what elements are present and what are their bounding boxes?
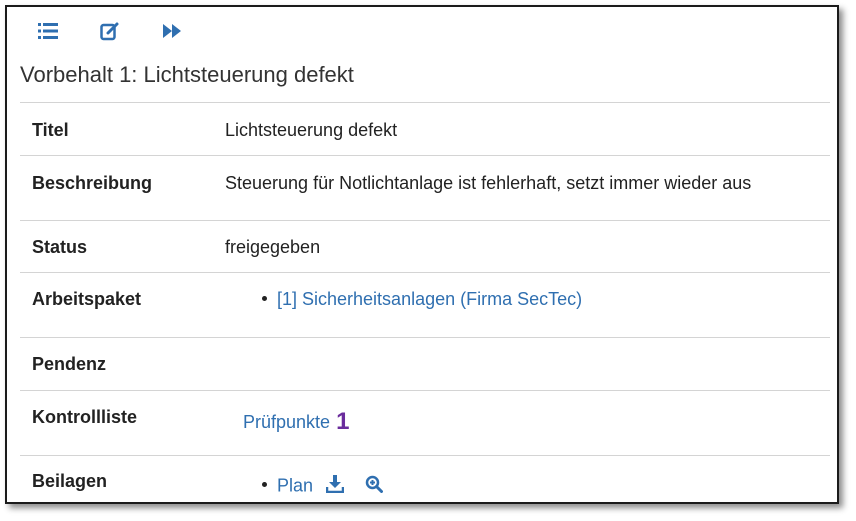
fast-forward-icon[interactable] — [161, 20, 183, 42]
page-title: Vorbehalt 1: Lichtsteuerung defekt — [20, 62, 354, 87]
list-icon[interactable] — [37, 20, 59, 42]
bullet — [262, 482, 267, 487]
pendenz-label: Pendenz — [32, 354, 107, 374]
row-arbeitspaket: Arbeitspaket [1] Sicherheitsanlagen (Fir… — [20, 272, 830, 337]
arbeitspaket-value: [1] Sicherheitsanlagen (Firma SecTec) — [225, 273, 582, 310]
edit-icon[interactable] — [99, 20, 121, 42]
toolbar — [37, 17, 183, 45]
bullet — [262, 295, 267, 301]
content-panel: Vorbehalt 1: Lichtsteuerung defekt Titel… — [5, 5, 839, 504]
download-icon[interactable] — [325, 475, 345, 498]
pruefpunkte-count: 1 — [336, 408, 350, 435]
beilagen-label: Beilagen — [32, 471, 108, 491]
row-pendenz: Pendenz — [20, 337, 830, 390]
titel-label: Titel — [32, 120, 69, 140]
beschreibung-label: Beschreibung — [32, 173, 153, 193]
row-beilagen: Beilagen Plan — [20, 455, 830, 512]
pruefpunkte-link[interactable]: Prüfpunkte — [243, 412, 330, 432]
status-value: freigegeben — [225, 237, 321, 257]
details-table: Titel Lichtsteuerung defekt Beschreibung… — [20, 102, 830, 512]
beilagen-value: Plan — [225, 456, 384, 498]
row-beschreibung: Beschreibung Steuerung für Notlichtanlag… — [20, 155, 830, 220]
arbeitspaket-link[interactable]: [1] Sicherheitsanlagen (Firma SecTec) — [277, 289, 582, 309]
status-label: Status — [32, 237, 88, 257]
row-titel: Titel Lichtsteuerung defekt — [20, 102, 830, 155]
row-status: Status freigegeben — [20, 220, 830, 272]
kontrollliste-label: Kontrollliste — [32, 407, 138, 427]
plan-link[interactable]: Plan — [277, 475, 313, 495]
kontrollliste-value: Prüfpunkte 1 — [225, 391, 349, 435]
row-kontrollliste: Kontrollliste Prüfpunkte 1 — [20, 390, 830, 455]
beschreibung-value: Steuerung für Notlichtanlage ist fehlerh… — [225, 173, 752, 193]
zoom-in-icon[interactable] — [365, 475, 384, 498]
arbeitspaket-label: Arbeitspaket — [32, 289, 142, 309]
titel-value: Lichtsteuerung defekt — [225, 120, 398, 140]
